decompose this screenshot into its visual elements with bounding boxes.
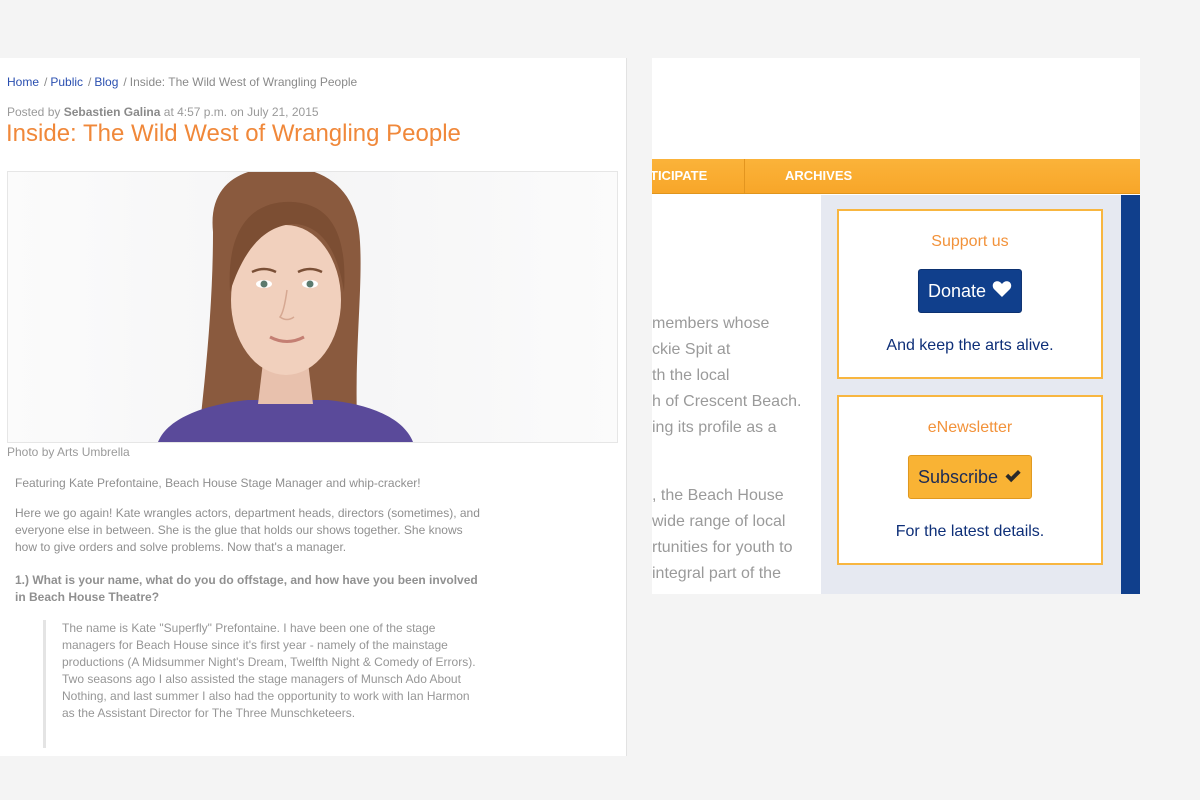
content-line: ckie Spit at (652, 341, 731, 358)
subscribe-button[interactable]: Subscribe (907, 455, 1033, 499)
content-line: , the Beach House (652, 487, 784, 504)
breadcrumb-separator: / (44, 75, 48, 89)
post-title: Inside: The Wild West of Wrangling Peopl… (6, 120, 461, 147)
blog-post-panel: Home / Public / Blog / Inside: The Wild West o… (0, 58, 627, 756)
photo-caption: Photo by Arts Umbrella (7, 445, 130, 459)
subscribe-label: Subscribe (917, 467, 999, 487)
check-icon (1004, 457, 1022, 499)
post-author: Sebastien Galina (63, 105, 161, 119)
post-paragraph: Here we go again! Kate wrangles actors, … (15, 506, 480, 554)
nav-archives[interactable]: ARCHIVES (785, 159, 852, 193)
donate-label: Donate (927, 281, 987, 301)
content-line: rtunities for youth to (652, 539, 793, 556)
site-panel: TICIPATE ARCHIVES members whose ckie Spi… (652, 58, 1140, 594)
interview-answer: The name is Kate "Superfly" Prefontaine.… (43, 620, 482, 748)
post-meta: Posted by Sebastien Galina at 4:57 p.m. … (7, 105, 319, 119)
post-timestamp: at 4:57 p.m. on July 21, 2015 (163, 105, 319, 119)
breadcrumb-separator: / (123, 75, 127, 89)
interview-question: 1.) What is your name, what do you do of… (15, 573, 478, 604)
breadcrumb-blog[interactable]: Blog (94, 75, 118, 89)
breadcrumb-separator: / (88, 75, 92, 89)
heart-icon (992, 271, 1012, 313)
portrait-image (158, 172, 413, 442)
main-nav: TICIPATE ARCHIVES (652, 159, 1140, 194)
content-line: th the local (652, 367, 730, 384)
nav-participate[interactable]: TICIPATE (652, 159, 745, 193)
breadcrumb-current: Inside: The Wild West of Wrangling Peopl… (129, 75, 358, 89)
content-block-2: , the Beach House wide range of local rt… (652, 483, 820, 587)
post-intro: Featuring Kate Prefontaine, Beach House … (15, 476, 421, 490)
support-note: And keep the arts alive. (886, 337, 1054, 354)
newsletter-note: For the latest details. (895, 523, 1045, 540)
content-block-1: members whose ckie Spit at th the local … (652, 311, 820, 441)
breadcrumb: Home / Public / Blog / Inside: The Wild West o… (7, 75, 357, 89)
post-photo (7, 171, 618, 443)
content-line: h of Crescent Beach. (652, 393, 802, 410)
content-line: members whose (652, 315, 770, 332)
breadcrumb-public[interactable]: Public (50, 75, 83, 89)
donate-button[interactable]: Donate (917, 269, 1023, 313)
sidebar: Support us Donate And keep the arts aliv… (821, 195, 1121, 594)
support-title: Support us (931, 233, 1009, 250)
newsletter-title: eNewsletter (927, 419, 1013, 436)
content-line: ing its profile as a (652, 419, 777, 436)
newsletter-widget: eNewsletter Subscribe For the latest det… (837, 395, 1103, 565)
content-line: wide range of local (652, 513, 786, 530)
content-line: integral part of the (652, 565, 781, 582)
sidebar-edge-strip (1121, 195, 1140, 594)
breadcrumb-home[interactable]: Home (7, 75, 39, 89)
support-widget: Support us Donate And keep the arts aliv… (837, 209, 1103, 379)
posted-by-label: Posted by (7, 105, 61, 119)
